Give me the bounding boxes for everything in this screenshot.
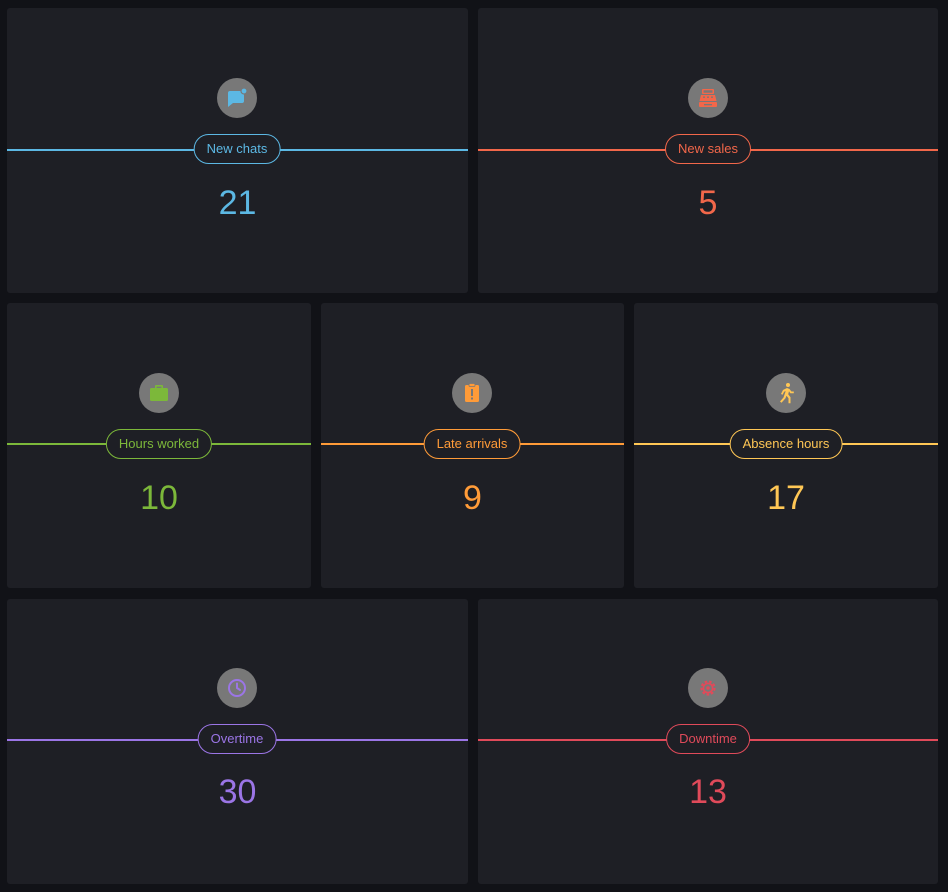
briefcase-icon xyxy=(139,373,179,413)
widget-downtime[interactable]: Downtime 13 xyxy=(478,599,938,884)
widget-label: Hours worked xyxy=(105,429,213,459)
widget-absence-hours[interactable]: Absence hours 17 xyxy=(634,303,938,588)
widget-label: Overtime xyxy=(197,724,277,754)
widget-value: 13 xyxy=(689,773,727,811)
widget-value: 21 xyxy=(218,184,257,222)
widget-value: 30 xyxy=(218,773,257,811)
widget-value: 9 xyxy=(463,479,482,517)
widget-overtime[interactable]: Overtime 30 xyxy=(7,599,468,884)
widget-value: 5 xyxy=(698,184,718,222)
widget-late-arrivals[interactable]: Late arrivals 9 xyxy=(321,303,624,588)
widget-hours-worked[interactable]: Hours worked 10 xyxy=(7,303,311,588)
widget-label: Absence hours xyxy=(729,429,843,459)
alert-clipboard-icon xyxy=(452,373,492,413)
widget-label: New sales xyxy=(665,134,751,164)
widget-new-sales[interactable]: New sales 5 xyxy=(478,8,938,293)
widget-value: 10 xyxy=(140,479,178,517)
widget-label: Late arrivals xyxy=(423,429,521,459)
widget-label: New chats xyxy=(193,134,281,164)
chat-bubble-icon xyxy=(217,78,257,118)
cash-register-icon xyxy=(688,78,728,118)
widget-value: 17 xyxy=(767,479,805,517)
widget-label: Downtime xyxy=(666,724,750,754)
widget-new-chats[interactable]: New chats 21 xyxy=(7,8,468,293)
running-person-icon xyxy=(766,373,806,413)
clock-icon xyxy=(217,668,257,708)
cog-icon xyxy=(688,668,728,708)
